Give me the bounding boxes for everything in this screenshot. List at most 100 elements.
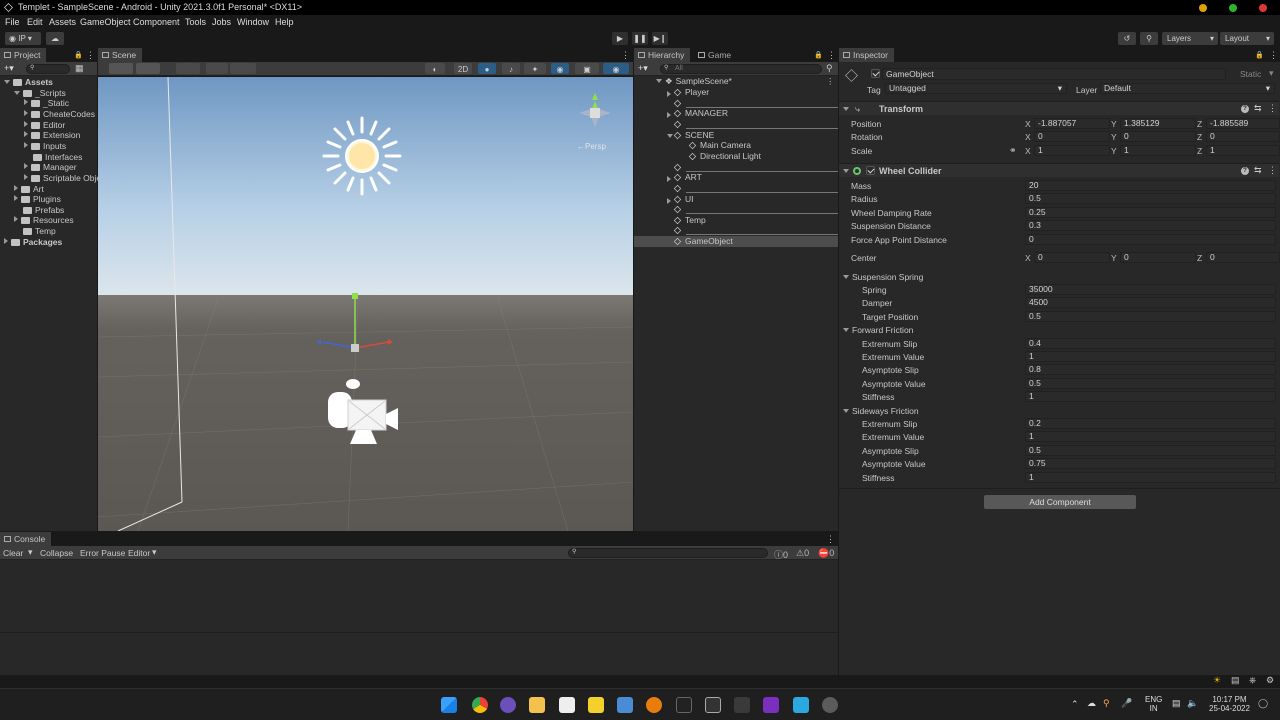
fold-arrow-icon[interactable] <box>843 408 849 413</box>
maximize-button[interactable] <box>1229 4 1237 12</box>
fold-arrow-icon[interactable] <box>24 141 28 148</box>
create-button[interactable]: +▾ <box>4 63 14 74</box>
search-icon[interactable]: ⚲ <box>1140 32 1158 45</box>
vector-x-field[interactable]: 0 <box>1034 252 1110 263</box>
help-icon[interactable]: ? <box>1241 105 1249 113</box>
foldout-header[interactable]: Sideways Friction <box>843 406 919 416</box>
sticky-notes-icon[interactable] <box>588 697 604 713</box>
project-folder[interactable]: CheateCodes <box>24 109 95 120</box>
project-folder[interactable]: Packages <box>4 237 62 248</box>
hierarchy-item[interactable]: SCENE <box>634 130 838 141</box>
vector-z-field[interactable]: -1.885589 <box>1206 118 1280 129</box>
tab-hierarchy[interactable]: Hierarchy <box>634 48 691 62</box>
vector-x-field[interactable]: 0 <box>1034 131 1110 143</box>
project-folder[interactable]: Extension <box>24 130 80 141</box>
project-folder[interactable]: Plugins <box>14 194 61 205</box>
preset-icon[interactable]: ⇆ <box>1254 103 1262 114</box>
property-value-field[interactable]: 35000 <box>1025 284 1276 295</box>
editor-dropdown-arrow[interactable]: ▾ <box>152 547 157 558</box>
object-name-field[interactable]: GameObject <box>882 68 1226 80</box>
hierarchy-separator[interactable] <box>634 204 838 215</box>
vector-y-field[interactable]: 0 <box>1120 131 1196 143</box>
lock-icon[interactable]: 🔒 <box>814 51 823 59</box>
vector-y-field[interactable]: 1 <box>1120 144 1196 156</box>
fold-arrow-icon[interactable] <box>843 274 849 279</box>
lock-icon[interactable]: 🔒 <box>74 51 83 59</box>
property-value-field[interactable]: 0 <box>1025 233 1276 245</box>
project-folder[interactable]: Scriptable Obje <box>24 173 101 184</box>
foldout-header[interactable]: Forward Friction <box>843 325 913 335</box>
fold-arrow-icon[interactable] <box>667 176 671 183</box>
property-value-field[interactable]: 0.5 <box>1025 310 1276 322</box>
collapse-button[interactable]: Collapse <box>40 548 73 558</box>
filter-icon[interactable]: ⚲ <box>826 63 833 74</box>
menu-gameobject[interactable]: GameObject <box>80 17 131 27</box>
property-value-field[interactable]: 4500 <box>1025 297 1276 309</box>
tab-inspector[interactable]: Inspector <box>839 48 894 62</box>
more-menu-icon[interactable]: ⋮ <box>826 534 835 545</box>
project-folder[interactable]: Editor <box>24 120 65 131</box>
slack-icon[interactable] <box>500 697 516 713</box>
fold-arrow-icon[interactable] <box>24 131 28 138</box>
fold-arrow-icon[interactable] <box>14 195 18 202</box>
epic-games-icon[interactable] <box>676 697 692 713</box>
clear-options-dropdown[interactable]: ▾ <box>28 547 33 558</box>
property-value-field[interactable]: 1 <box>1025 471 1276 483</box>
vscode-icon[interactable] <box>793 697 809 713</box>
hierarchy-item[interactable]: ART <box>634 172 838 183</box>
console-search-input[interactable]: ⚲ <box>568 548 768 558</box>
menu-window[interactable]: Window <box>237 17 269 27</box>
project-folder[interactable]: _Static <box>24 98 69 109</box>
blender-icon[interactable] <box>646 697 662 713</box>
fold-arrow-icon[interactable] <box>4 237 8 244</box>
wheel-collider-enabled-checkbox[interactable] <box>866 166 875 175</box>
project-folder[interactable]: Art <box>14 184 44 195</box>
property-value-field[interactable]: 0.5 <box>1025 444 1276 456</box>
effects-dropdown[interactable]: ✦ <box>524 63 546 74</box>
hierarchy-item[interactable]: Main Camera <box>634 140 838 151</box>
shading-dropdown[interactable]: ◐ <box>425 63 445 74</box>
project-folder[interactable]: Inputs <box>24 141 66 152</box>
constrain-proportions-icon[interactable]: ⚭ <box>1009 145 1017 156</box>
clear-button[interactable]: Clear <box>3 548 23 558</box>
lock-icon[interactable]: 🔒 <box>1255 51 1264 59</box>
audio-toggle-icon[interactable]: ♪ <box>502 63 520 74</box>
fold-arrow-icon[interactable] <box>667 112 671 119</box>
property-value-field[interactable]: 0.5 <box>1025 377 1276 389</box>
layer-dropdown[interactable]: Default ▾ <box>1100 83 1275 94</box>
history-icon[interactable]: ↺ <box>1118 32 1136 45</box>
more-menu-icon[interactable]: ⋮ <box>86 50 95 61</box>
project-folder[interactable]: _Scripts <box>14 88 66 99</box>
fold-arrow-icon[interactable] <box>667 133 673 138</box>
hierarchy-item[interactable]: Temp <box>634 215 838 226</box>
more-menu-icon[interactable]: ⋮ <box>826 76 835 87</box>
debug-icon[interactable]: ⎈ <box>1249 675 1256 686</box>
network-icon[interactable]: ▤ <box>1172 698 1181 709</box>
menu-edit[interactable]: Edit <box>27 17 43 27</box>
tab-game[interactable]: Game <box>694 48 738 62</box>
error-count[interactable]: ⛔0 <box>818 548 834 559</box>
draw-mode-dropdown[interactable] <box>109 63 133 74</box>
more-menu-icon[interactable]: ⋮ <box>621 50 630 61</box>
property-value-field[interactable]: 20 <box>1025 180 1276 191</box>
vector-z-field[interactable]: 0 <box>1206 131 1280 143</box>
fold-arrow-icon[interactable] <box>24 173 28 180</box>
lighting-toggle-icon[interactable]: ● <box>478 63 496 74</box>
increment-snap-dropdown[interactable] <box>230 63 256 74</box>
tab-scene[interactable]: Scene <box>98 48 143 62</box>
tray-chevron-icon[interactable]: ⌃ <box>1071 699 1079 710</box>
hierarchy-separator[interactable] <box>634 183 838 194</box>
hierarchy-item[interactable]: Directional Light <box>634 151 838 162</box>
project-folder[interactable]: Temp <box>14 226 56 237</box>
menu-tools[interactable]: Tools <box>185 17 206 27</box>
menu-jobs[interactable]: Jobs <box>212 17 231 27</box>
cloud-icon[interactable]: ☁ <box>46 32 64 45</box>
minimize-button[interactable] <box>1199 4 1207 12</box>
vector-x-field[interactable]: 1 <box>1034 144 1110 156</box>
property-value-field[interactable]: 0.3 <box>1025 220 1276 232</box>
hierarchy-item[interactable]: GameObject <box>634 236 838 248</box>
toggle-2d-button[interactable]: 2D <box>454 63 472 74</box>
hierarchy-search-input[interactable]: ⚲ All <box>660 64 822 74</box>
grid-snap-dropdown[interactable] <box>206 63 228 74</box>
onedrive-icon[interactable]: ☁ <box>1087 698 1096 709</box>
